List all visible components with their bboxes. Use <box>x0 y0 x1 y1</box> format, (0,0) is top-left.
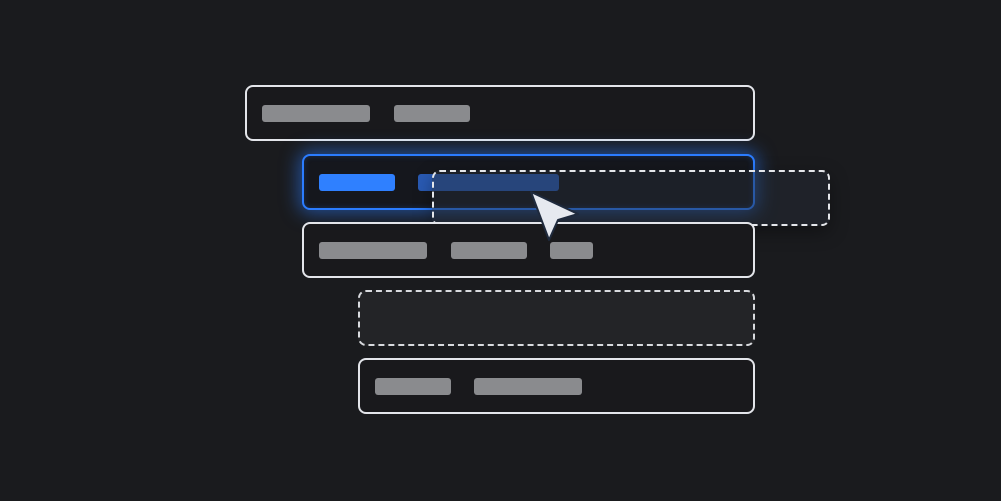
text-placeholder-bar <box>394 105 470 122</box>
text-placeholder-bar <box>375 378 451 395</box>
drag-ghost-item <box>432 170 830 226</box>
text-placeholder-bar <box>262 105 370 122</box>
list-item[interactable] <box>245 85 755 141</box>
text-placeholder-bar <box>550 242 593 259</box>
drag-reorder-list-canvas <box>0 0 1001 501</box>
list-item[interactable] <box>302 222 755 278</box>
text-placeholder-bar <box>474 378 582 395</box>
text-placeholder-bar <box>319 174 395 191</box>
text-placeholder-bar <box>451 242 527 259</box>
text-placeholder-bar <box>319 242 427 259</box>
list-item[interactable] <box>358 358 755 414</box>
drop-target-placeholder[interactable] <box>358 290 755 346</box>
